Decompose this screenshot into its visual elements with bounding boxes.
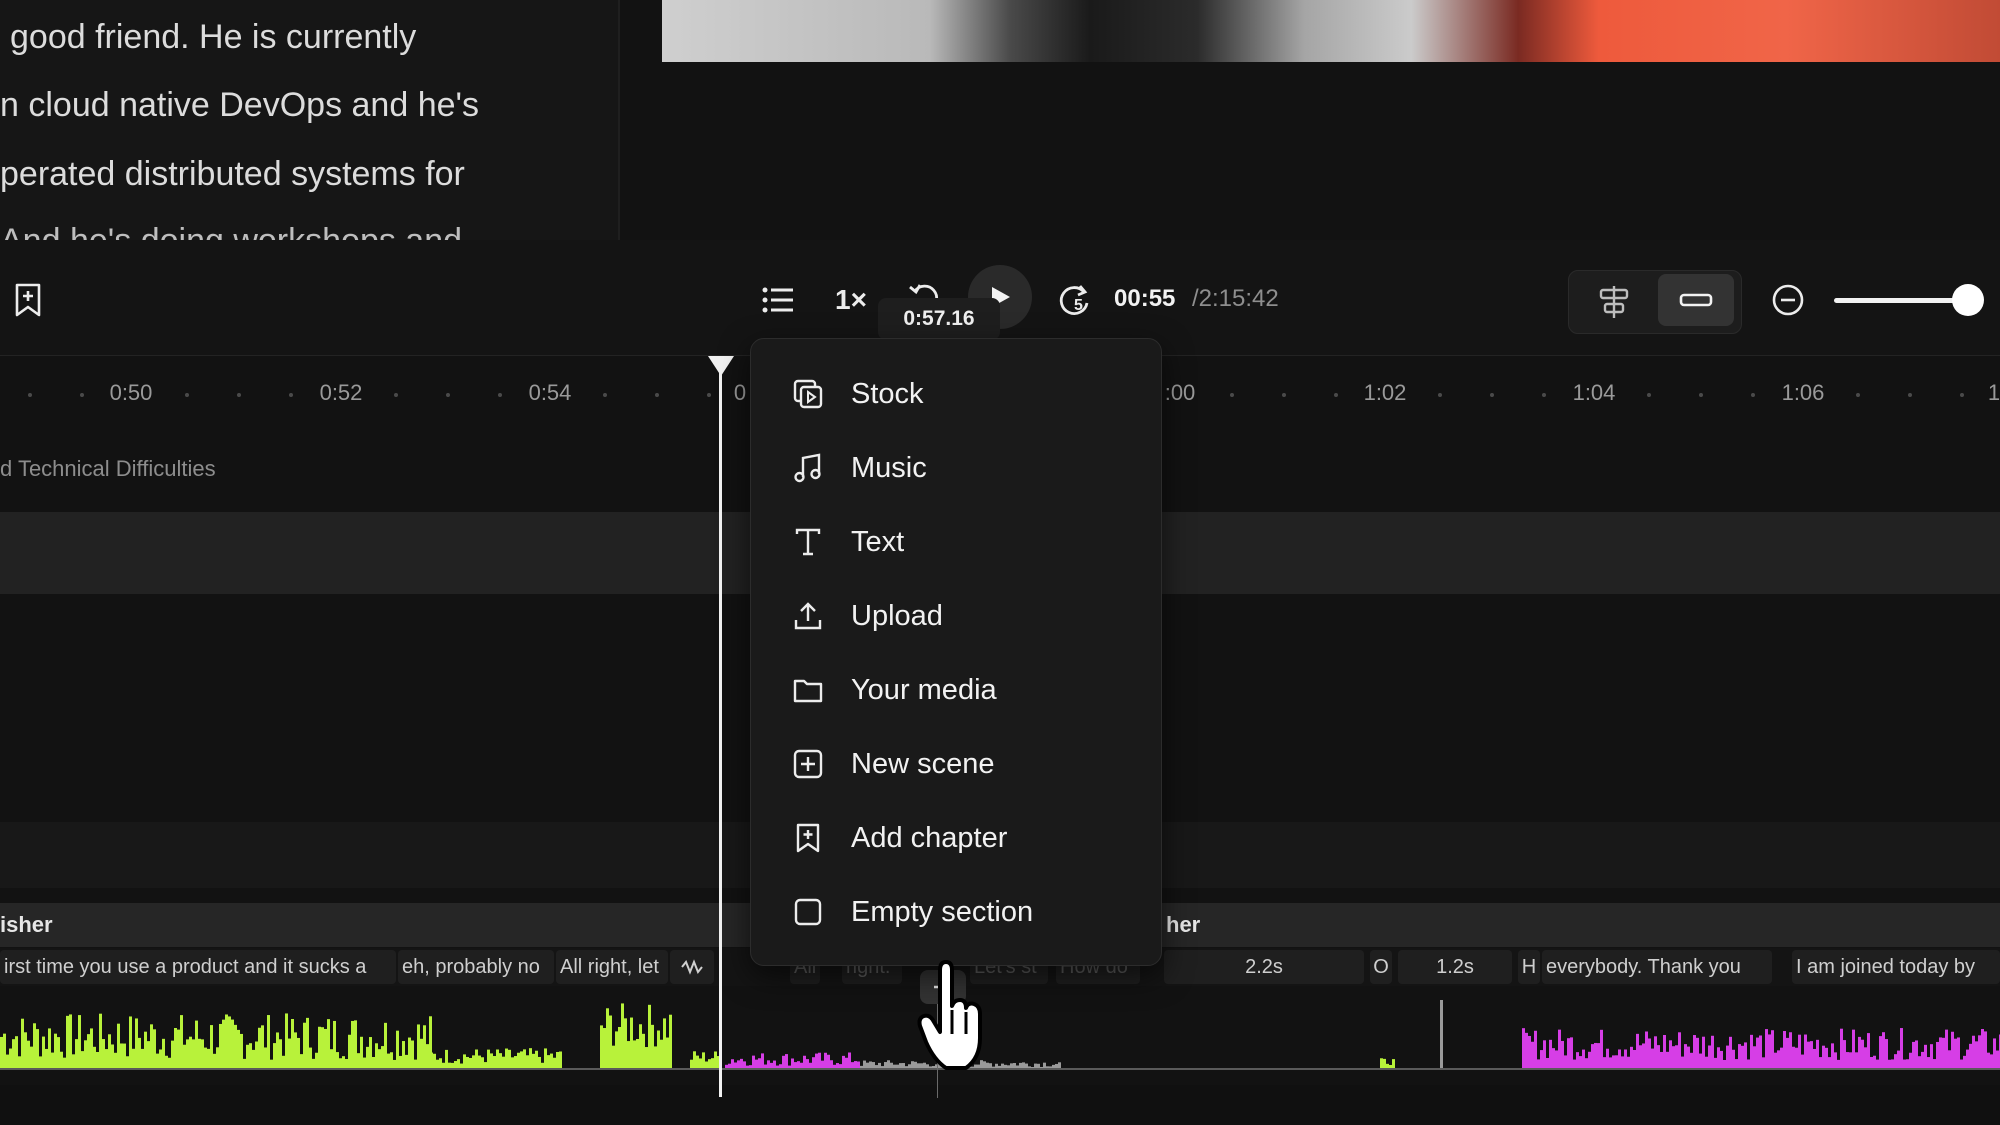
menu-item-label: Add chapter <box>851 821 1008 854</box>
ruler-tick: 1:06 <box>1781 380 1825 405</box>
transcript-line[interactable]: good friend. He is currently <box>10 18 416 57</box>
transcript-line[interactable]: And he's doing workshops and <box>0 222 462 240</box>
playhead[interactable] <box>719 360 722 1097</box>
caption-segment[interactable]: everybody. Thank you <box>1542 950 1772 984</box>
current-time: 00:55 <box>1114 285 1176 312</box>
waveform-baseline <box>0 1068 2000 1070</box>
menu-item-label: Your media <box>851 673 997 706</box>
caption-segment[interactable]: I am joined today by <box>1792 950 2000 984</box>
hand-cursor-icon <box>917 960 982 1070</box>
music-note-icon <box>791 451 825 485</box>
ruler-tick: 0 <box>733 380 747 405</box>
bookmark-add-button[interactable] <box>8 280 48 320</box>
timeline-footer <box>0 1085 2000 1125</box>
menu-item-empty-section[interactable]: Empty section <box>751 881 1161 943</box>
video-preview[interactable] <box>662 0 2000 62</box>
folder-icon <box>791 673 825 707</box>
time-tooltip: 0:57.16 <box>878 298 1000 340</box>
ruler-tick: 1 <box>1987 380 2000 405</box>
playback-speed-button[interactable]: 1× <box>828 280 874 320</box>
ruler-tick: 0:50 <box>109 380 153 405</box>
ruler-tick: 0:52 <box>319 380 363 405</box>
caption-segment[interactable]: irst time you use a product and it sucks… <box>0 950 396 984</box>
speaker-label[interactable]: isher <box>0 912 53 938</box>
waveform-icon <box>681 959 703 975</box>
bookmark-plus-icon <box>791 821 825 855</box>
panel-divider[interactable] <box>618 0 620 240</box>
stock-icon <box>791 377 825 411</box>
chapter-label[interactable]: d Technical Difficulties <box>0 456 216 482</box>
menu-item-your-media[interactable]: Your media <box>751 659 1161 721</box>
square-icon <box>791 895 825 929</box>
zoom-out-icon <box>1772 284 1804 316</box>
compact-view-button[interactable] <box>1658 274 1734 326</box>
menu-item-stock[interactable]: Stock <box>751 363 1161 425</box>
transcript-line[interactable]: n cloud native DevOps and he's <box>0 86 479 125</box>
menu-item-upload[interactable]: Upload <box>751 585 1161 647</box>
skip-seconds-label: 5 <box>1074 297 1083 314</box>
menu-item-new-scene[interactable]: New scene <box>751 733 1161 795</box>
audio-waveform[interactable] <box>0 990 2000 1070</box>
ruler-tick: 1:02 <box>1363 380 1407 405</box>
caption-segment[interactable]: O <box>1370 950 1392 984</box>
text-icon <box>791 525 825 559</box>
bookmark-plus-icon <box>15 283 41 317</box>
caption-gap[interactable]: 2.2s <box>1164 950 1364 984</box>
ruler-tick: 0:54 <box>528 380 572 405</box>
caption-segment[interactable]: H <box>1518 950 1540 984</box>
ruler-tick: :00 <box>1164 380 1196 405</box>
skip-forward-button[interactable]: 5 <box>1054 280 1096 322</box>
stacked-view-button[interactable] <box>1592 280 1636 324</box>
menu-item-label: Upload <box>851 599 943 632</box>
zoom-slider-thumb[interactable] <box>1952 284 1984 316</box>
waveform-toggle-button[interactable] <box>670 950 714 984</box>
menu-item-label: Empty section <box>851 895 1034 928</box>
speaker-label[interactable]: her <box>1166 912 1200 938</box>
upload-icon <box>791 599 825 633</box>
transcript-panel: good friend. He is currently n cloud nat… <box>0 0 618 240</box>
ruler-tick: 1:04 <box>1572 380 1616 405</box>
transcript-line[interactable]: perated distributed systems for <box>0 155 465 194</box>
menu-item-label: Text <box>851 525 905 558</box>
total-time: /2:15:42 <box>1192 285 1279 312</box>
caption-gap[interactable]: 1.2s <box>1398 950 1512 984</box>
playhead-handle[interactable] <box>708 356 734 376</box>
plus-square-icon <box>791 747 825 781</box>
zoom-out-button[interactable] <box>1770 282 1806 318</box>
menu-item-music[interactable]: Music <box>751 437 1161 499</box>
chapters-list-button[interactable] <box>758 280 798 320</box>
menu-item-label: Music <box>851 451 927 484</box>
minus-bar-icon <box>1679 293 1713 307</box>
zoom-slider-track[interactable] <box>1834 298 1968 303</box>
menu-item-label: New scene <box>851 747 995 780</box>
caption-segment[interactable]: All right, let <box>556 950 668 984</box>
add-context-menu: Stock Music Text Upload Your media New s… <box>750 338 1162 966</box>
menu-item-add-chapter[interactable]: Add chapter <box>751 807 1161 869</box>
list-icon <box>762 287 793 313</box>
menu-item-label: Stock <box>851 377 924 410</box>
align-center-icon <box>1599 286 1629 318</box>
menu-item-text[interactable]: Text <box>751 511 1161 573</box>
caption-segment[interactable]: eh, probably no <box>398 950 554 984</box>
